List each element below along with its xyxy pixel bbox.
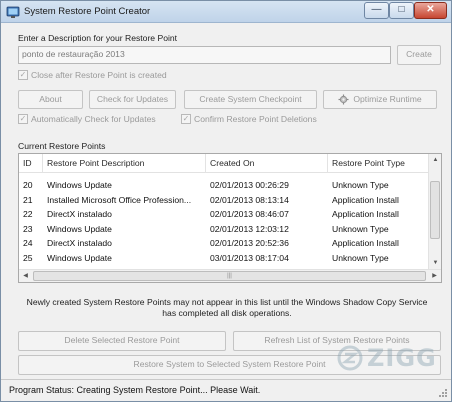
about-button[interactable]: About (18, 90, 83, 109)
table-cell: Application Install (332, 194, 399, 205)
table-cell: Windows Update (47, 223, 112, 234)
table-row[interactable]: 25 Windows Update 03/01/2013 08:17:04 Unkno… (19, 251, 429, 266)
close-after-label: Close after Restore Point is created (31, 70, 167, 80)
minimize-button[interactable]: — (364, 2, 389, 19)
create-checkpoint-button[interactable]: Create System Checkpoint (184, 90, 317, 109)
table-cell: DirectX instalado (47, 209, 112, 219)
checkbox-box: ✓ (181, 114, 191, 124)
check-updates-button[interactable]: Check for Updates (89, 90, 176, 109)
table-cell: Application Install (332, 238, 399, 248)
close-button[interactable]: ✕ (414, 2, 447, 19)
restore-points-list[interactable]: ID Restore Point Description Created On … (18, 153, 442, 283)
table-cell: 24 (23, 238, 33, 248)
minimize-icon: — (371, 4, 382, 15)
vertical-scroll-thumb[interactable] (430, 181, 440, 239)
table-cell: Installed Microsoft Office Profession... (47, 194, 192, 205)
horizontal-scroll-thumb[interactable]: ||| (33, 271, 426, 281)
title-bar[interactable]: System Restore Point Creator — □ ✕ (1, 1, 451, 23)
table-row[interactable]: 20 Windows Update 02/01/2013 00:26:29 Unkno… (19, 178, 429, 193)
table-cell: Unknown Type (332, 223, 389, 234)
app-icon (6, 6, 20, 18)
column-header-id[interactable]: ID (19, 154, 43, 173)
notice-line-1: Newly created System Restore Points may … (26, 297, 428, 307)
table-row[interactable]: 23 Windows Update 02/01/2013 12:03:12 Unkno… (19, 222, 429, 237)
table-cell: Unknown Type (332, 180, 389, 190)
table-cell: Windows Update (47, 252, 112, 263)
list-rows: 20 Windows Update 02/01/2013 00:26:29 Unkno… (19, 178, 429, 280)
column-header-description[interactable]: Restore Point Description (43, 154, 206, 173)
maximize-icon: □ (398, 4, 405, 15)
scroll-up-icon[interactable]: ▲ (429, 154, 441, 167)
table-row[interactable]: 21 Installed Microsoft Office Profession.… (19, 193, 429, 208)
table-cell: 20 (23, 180, 33, 190)
table-cell: 02/01/2013 08:13:14 (210, 194, 289, 205)
program-status: Program Status: Creating System Restore … (9, 385, 261, 395)
table-cell: 23 (23, 223, 33, 234)
restore-points-label: Current Restore Points (18, 141, 106, 151)
table-cell: 02/01/2013 08:46:07 (210, 209, 289, 219)
delete-restore-point-button[interactable]: Delete Selected Restore Point (18, 331, 226, 351)
table-cell: 25 (23, 252, 33, 263)
table-row[interactable]: 24 DirectX instalado 02/01/2013 20:52:36 Ap… (19, 236, 429, 251)
checkbox-box: ✓ (18, 114, 28, 124)
optimize-runtime-label: Optimize Runtime (353, 94, 422, 104)
watermark-text: ZIGG (367, 344, 437, 372)
app-window: System Restore Point Creator — □ ✕ Enter… (0, 0, 452, 402)
list-header: ID Restore Point Description Created On … (19, 154, 429, 173)
scroll-right-icon[interactable]: ▶ (428, 270, 441, 282)
table-cell: 21 (23, 194, 33, 205)
table-cell: 02/01/2013 00:26:29 (210, 180, 289, 190)
zigg-logo-icon (337, 345, 363, 371)
vertical-scrollbar[interactable]: ▲ ▼ (428, 154, 441, 270)
checkbox-box: ✓ (18, 70, 28, 80)
description-label: Enter a Description for your Restore Poi… (18, 33, 178, 43)
zigg-watermark: ZIGG (337, 344, 437, 372)
close-after-checkbox[interactable]: ✓ Close after Restore Point is created (18, 70, 167, 80)
gear-icon (338, 94, 349, 105)
column-header-type[interactable]: Restore Point Type (328, 154, 429, 173)
table-row[interactable]: 22 DirectX instalado 02/01/2013 08:46:07 Ap… (19, 207, 429, 222)
confirm-deletions-checkbox[interactable]: ✓ Confirm Restore Point Deletions (181, 114, 317, 124)
table-cell: 03/01/2013 08:17:04 (210, 252, 289, 263)
close-icon: ✕ (426, 4, 435, 15)
scroll-left-icon[interactable]: ◀ (19, 270, 32, 282)
shadow-copy-notice: Newly created System Restore Points may … (11, 297, 443, 319)
table-cell: Application Install (332, 209, 399, 219)
optimize-runtime-button[interactable]: Optimize Runtime (323, 90, 437, 109)
auto-check-updates-label: Automatically Check for Updates (31, 114, 156, 124)
table-cell: Windows Update (47, 180, 112, 190)
window-title: System Restore Point Creator (24, 6, 151, 17)
horizontal-scrollbar[interactable]: ◀ ||| ▶ (19, 269, 441, 282)
create-button[interactable]: Create (397, 45, 441, 65)
notice-line-2: has completed all disk operations. (162, 308, 292, 318)
description-input[interactable]: ponto de restauração 2013 (18, 46, 391, 64)
table-cell: 22 (23, 209, 33, 219)
column-header-created-on[interactable]: Created On (206, 154, 328, 173)
confirm-deletions-label: Confirm Restore Point Deletions (194, 114, 317, 124)
table-cell: 02/01/2013 20:52:36 (210, 238, 289, 248)
table-cell: DirectX instalado (47, 238, 112, 248)
status-bar: Program Status: Creating System Restore … (1, 379, 451, 401)
table-cell: 02/01/2013 12:03:12 (210, 223, 289, 234)
maximize-button[interactable]: □ (389, 2, 414, 19)
table-cell: Unknown Type (332, 252, 389, 263)
auto-check-updates-checkbox[interactable]: ✓ Automatically Check for Updates (18, 114, 156, 124)
resize-grip-icon[interactable] (438, 388, 448, 398)
